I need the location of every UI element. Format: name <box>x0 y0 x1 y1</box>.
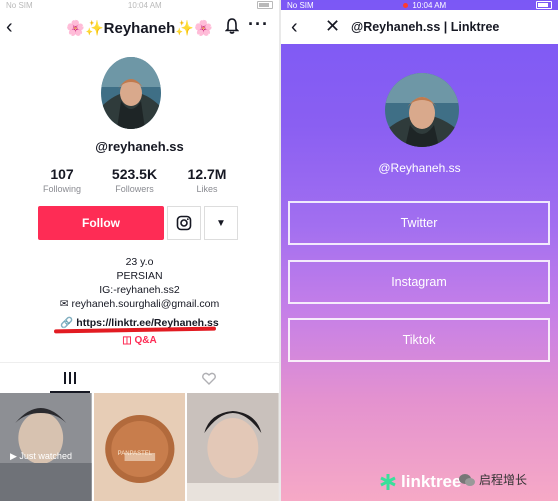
video-thumbnail-image <box>93 393 186 501</box>
bio-email: reyhaneh.sourghali@gmail.com <box>71 298 220 310</box>
stat-label: Likes <box>196 184 218 194</box>
avatar <box>101 57 161 129</box>
video-grid: ▶ Just watched PANPASTEL <box>0 393 279 501</box>
battery-icon <box>256 1 273 9</box>
link-button-twitter[interactable]: Twitter <box>288 201 550 245</box>
profile-handle: @reyhaneh.ss <box>95 139 184 154</box>
bio-email-line: ✉ reyhaneh.sourghali@gmail.com <box>0 297 279 311</box>
linktree-screen: No SIM 10:04 AM ‹ ✕ @Reyhaneh.ss | Linkt… <box>281 0 558 501</box>
video-caption: PANPASTEL <box>117 451 153 457</box>
video-caption: ▶ Just watched <box>10 451 72 461</box>
watermark: 启程增长 <box>459 471 527 488</box>
recording-dot-icon <box>403 2 409 8</box>
wechat-icon <box>459 473 475 486</box>
status-bar: No SIM 10:04 AM <box>0 0 279 10</box>
stat-value: 107 <box>50 166 74 182</box>
linktree-handle: @Reyhaneh.ss <box>378 161 461 175</box>
status-center: 10:04 AM <box>403 1 446 10</box>
battery-icon <box>535 1 552 9</box>
tab-videos[interactable] <box>0 363 140 393</box>
qa-button[interactable]: ◫ Q&A <box>0 335 279 346</box>
more-options-icon[interactable]: ··· <box>248 14 269 35</box>
browser-header: ‹ ✕ @Reyhaneh.ss | Linktree <box>281 10 558 44</box>
linktree-brand-text: linktree <box>401 472 462 491</box>
link-button-instagram[interactable]: Instagram <box>288 260 550 304</box>
stat-value: 523.5K <box>111 166 158 182</box>
close-icon[interactable]: ✕ <box>325 16 340 37</box>
carrier-label: No SIM <box>287 0 314 10</box>
bio-line: IG:-reyhaneh.ss2 <box>99 284 180 296</box>
status-time: 10:04 AM <box>127 0 162 10</box>
status-time: 10:04 AM <box>412 0 447 10</box>
link-button-tiktok[interactable]: Tiktok <box>288 318 550 362</box>
bio-line: PERSIAN <box>116 270 163 282</box>
page-title: @Reyhaneh.ss | Linktree <box>351 20 500 34</box>
tab-liked[interactable] <box>140 363 280 393</box>
profile-header: ‹ 🌸✨Reyhaneh✨🌸 ··· <box>0 14 279 42</box>
link-icon: 🔗 <box>60 317 74 329</box>
bio-line: 23 y.o <box>125 256 154 268</box>
video-thumbnail[interactable]: PANPASTEL <box>93 393 186 501</box>
tiktok-profile-screen: No SIM 10:04 AM ‹ 🌸✨Reyhaneh✨🌸 ··· @reyh… <box>0 0 279 501</box>
stat-value: 12.7M <box>187 166 227 182</box>
caret-down-icon: ▼ <box>216 217 226 229</box>
profile-stats: 107 Following 523.5K Followers 12.7M Lik… <box>30 166 239 194</box>
stat-followers[interactable]: 523.5K Followers <box>103 166 167 194</box>
avatar <box>385 73 459 147</box>
back-arrow-icon[interactable]: ‹ <box>291 16 298 39</box>
follow-button[interactable]: Follow <box>38 206 164 240</box>
stat-following[interactable]: 107 Following <box>30 166 94 194</box>
qa-icon: ◫ <box>122 335 132 346</box>
video-thumbnail[interactable]: ▶ Just watched <box>0 393 92 501</box>
profile-bio: 23 y.o PERSIAN IG:-reyhaneh.ss2 ✉ reyhan… <box>0 255 279 311</box>
linktree-tree-icon <box>380 474 396 490</box>
bell-icon[interactable] <box>225 18 239 34</box>
carrier-label: No SIM <box>6 0 33 10</box>
video-caption-text: Just watched <box>19 451 72 461</box>
stat-label: Followers <box>115 184 154 194</box>
qa-label: Q&A <box>134 335 157 346</box>
envelope-icon: ✉ <box>59 298 69 310</box>
linktree-logo[interactable]: linktree <box>379 472 461 492</box>
instagram-button[interactable] <box>167 206 201 240</box>
liked-heart-icon <box>202 372 217 385</box>
stat-likes[interactable]: 12.7M Likes <box>175 166 239 194</box>
video-thumbnail[interactable] <box>187 393 279 501</box>
stat-label: Following <box>42 184 82 194</box>
suggested-accounts-button[interactable]: ▼ <box>204 206 238 240</box>
profile-tabs <box>0 362 279 393</box>
video-thumbnail-image <box>0 393 92 501</box>
video-thumbnail-image <box>187 393 279 501</box>
status-bar: No SIM 10:04 AM <box>281 0 558 10</box>
grid-bars-icon <box>63 372 76 384</box>
watermark-text: 启程增长 <box>479 473 528 487</box>
instagram-icon <box>176 215 192 231</box>
